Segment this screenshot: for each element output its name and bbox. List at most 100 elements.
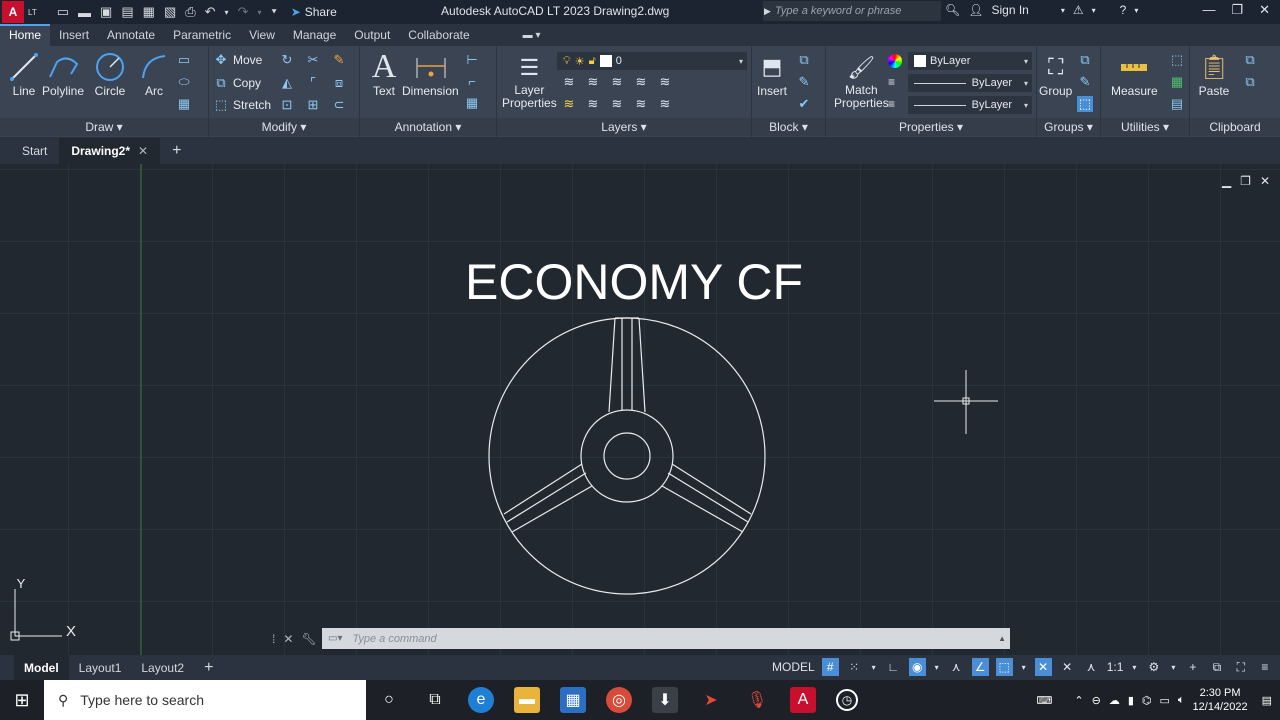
lineweight-dropdown[interactable]: ByLayer ▾ [908, 96, 1032, 114]
leader-icon[interactable]: ⌐ [464, 74, 480, 89]
restore-icon[interactable]: ❐ [1231, 2, 1243, 18]
share-button[interactable]: ➤ Share [291, 5, 337, 19]
help-dropdown-icon[interactable]: ▾ [1134, 6, 1138, 15]
annotation-panel-title[interactable]: Annotation ▾ [360, 118, 496, 136]
annotation-scale-icon[interactable]: ✕ [1034, 658, 1052, 676]
polar-dropdown-icon[interactable]: ▾ [933, 658, 941, 676]
measure-button[interactable]: Measure [1111, 50, 1158, 98]
taskbar-search-input[interactable]: ⚲ Type here to search [44, 680, 366, 720]
hatch-icon[interactable]: ▦ [176, 96, 192, 112]
annotation-monitor-icon[interactable]: + [1184, 658, 1201, 676]
downloads-icon[interactable]: ⬇ [652, 687, 678, 713]
model-tab[interactable]: Model [14, 655, 69, 680]
osnap-icon[interactable]: ⬚ [995, 658, 1013, 676]
group-edit-icon[interactable]: ✎ [1077, 74, 1093, 90]
isodraft-icon[interactable]: ⋏ [948, 658, 965, 676]
auto-scale-icon[interactable]: ⋏ [1083, 658, 1100, 676]
insert-button[interactable]: ⬒ Insert [756, 50, 788, 98]
sign-in-button[interactable]: Sign In [991, 3, 1028, 17]
layer-tool-1-icon[interactable]: ≋ [561, 74, 577, 90]
new-tab-button[interactable]: + [160, 138, 193, 164]
command-expand-icon[interactable]: ▲ [998, 634, 1006, 643]
polyline-button[interactable]: Polyline [42, 50, 84, 98]
command-customize-icon[interactable]: 🔧︎ [301, 632, 316, 646]
monitor-icon[interactable]: ▭ [1160, 694, 1170, 707]
offset-icon[interactable]: ⊂ [331, 97, 347, 113]
group-button[interactable]: ⛶ Group [1039, 50, 1072, 98]
windows-start-icon[interactable]: ⊞ [0, 680, 44, 720]
modify-panel-title[interactable]: Modify ▾ [209, 118, 359, 136]
workspace-gear-icon[interactable]: ⚙ [1145, 658, 1162, 676]
scale-dropdown-icon[interactable]: ▾ [1130, 658, 1138, 676]
osnap-dropdown-icon[interactable]: ▾ [1020, 658, 1028, 676]
ungroup-icon[interactable]: ⧉ [1077, 52, 1093, 68]
app-dropdown-icon[interactable]: ▾ [1092, 6, 1096, 15]
save-icon[interactable]: ▣ [100, 4, 112, 20]
ribbon-minimize-icon[interactable]: ▬ ▾ [523, 30, 541, 46]
table-icon[interactable]: ▦ [464, 95, 480, 111]
save-as-icon[interactable]: ▤ [121, 4, 133, 20]
tab-home[interactable]: Home [0, 24, 51, 46]
clipboard-panel-title[interactable]: Clipboard [1190, 118, 1280, 136]
edit-attribute-icon[interactable]: ✔ [796, 96, 812, 112]
cut-icon[interactable]: ⧉ [1242, 74, 1258, 90]
cortana-icon[interactable]: ○ [376, 687, 402, 713]
expand-search-icon[interactable]: ▶ [764, 6, 771, 17]
command-history-icon[interactable]: ▭▾ [328, 633, 342, 644]
undo-icon[interactable]: ↶ [205, 4, 216, 20]
dimension-button[interactable]: Dimension [402, 50, 459, 98]
layer-tool-3-icon[interactable]: ≋ [609, 74, 625, 90]
snap-icon[interactable]: ⁙ [846, 658, 863, 676]
battery-icon[interactable]: ▮ [1128, 694, 1134, 707]
annotation-visibility-icon[interactable]: ✕ [1059, 658, 1076, 676]
linear-dimension-icon[interactable]: ⊢ [464, 52, 480, 68]
layout1-tab[interactable]: Layout1 [69, 655, 132, 680]
stretch-button[interactable]: ⬚ Stretch [213, 97, 271, 113]
color-wheel-icon[interactable] [888, 54, 902, 68]
explode-icon[interactable]: ⧈ [331, 75, 347, 91]
copy-clip-icon[interactable]: ⧉ [1242, 52, 1258, 68]
volume-icon[interactable]: 🔈︎ [1178, 694, 1185, 707]
layer-tool-7-icon[interactable]: ≋ [585, 96, 601, 112]
trim-icon[interactable]: ✂ [305, 52, 321, 68]
erase-icon[interactable]: ✎ [331, 52, 347, 68]
arrow-app-icon[interactable]: ➤ [698, 687, 724, 713]
groups-panel-title[interactable]: Groups ▾ [1037, 118, 1100, 136]
layer-tool-9-icon[interactable]: ≋ [633, 96, 649, 112]
draw-panel-title[interactable]: Draw ▾ [0, 118, 208, 136]
quick-select-icon[interactable]: ⬚ [1169, 52, 1185, 68]
clock-app-icon[interactable]: ◷ [836, 689, 858, 711]
osnap-tracking-icon[interactable]: ∠ [971, 658, 989, 676]
arc-button[interactable]: Arc [138, 50, 170, 98]
save-web-icon[interactable]: ▧ [164, 4, 176, 20]
layout2-tab[interactable]: Layout2 [131, 655, 194, 680]
block-panel-title[interactable]: Block ▾ [752, 118, 825, 136]
tray-chevron-icon[interactable]: ⌃ [1074, 694, 1083, 707]
polar-icon[interactable]: ◉ [908, 658, 926, 676]
open-icon[interactable]: ▬ [78, 5, 91, 20]
close-icon[interactable]: ✕ [1259, 2, 1270, 18]
utilities-panel-title[interactable]: Utilities ▾ [1101, 118, 1189, 136]
store-icon[interactable]: ▦ [560, 687, 586, 713]
rectangle-icon[interactable]: ▭ [176, 52, 192, 68]
redo-dropdown-icon[interactable]: ▾ [257, 8, 261, 17]
tab-insert[interactable]: Insert [50, 28, 98, 46]
tab-parametric[interactable]: Parametric [164, 28, 240, 46]
grid-icon[interactable]: # [821, 658, 839, 676]
drawing-canvas[interactable]: ▁ ❐ ✕ ECONOMY CF Y X [0, 164, 1280, 655]
search-icon[interactable]: 🔍︎ [945, 3, 960, 17]
tab-output[interactable]: Output [345, 28, 399, 46]
add-layout-button[interactable]: + [194, 655, 223, 680]
array-icon[interactable]: ⊞ [305, 97, 321, 113]
snap-dropdown-icon[interactable]: ▾ [870, 658, 878, 676]
customize-qat-icon[interactable]: ⯆ [270, 7, 277, 18]
line-button[interactable]: Line [8, 50, 40, 98]
autodesk-app-icon[interactable]: ⚠︎ [1073, 3, 1084, 17]
tab-collaborate[interactable]: Collaborate [399, 28, 478, 46]
notification-icon[interactable]: ▤ [1262, 694, 1272, 707]
start-tab[interactable]: Start [10, 138, 59, 164]
tray-app-icon[interactable]: ⊖ [1092, 694, 1101, 707]
layer-tool-2-icon[interactable]: ≋ [585, 74, 601, 90]
task-view-icon[interactable]: ⧉ [422, 687, 448, 713]
rotate-icon[interactable]: ↻ [279, 52, 295, 68]
